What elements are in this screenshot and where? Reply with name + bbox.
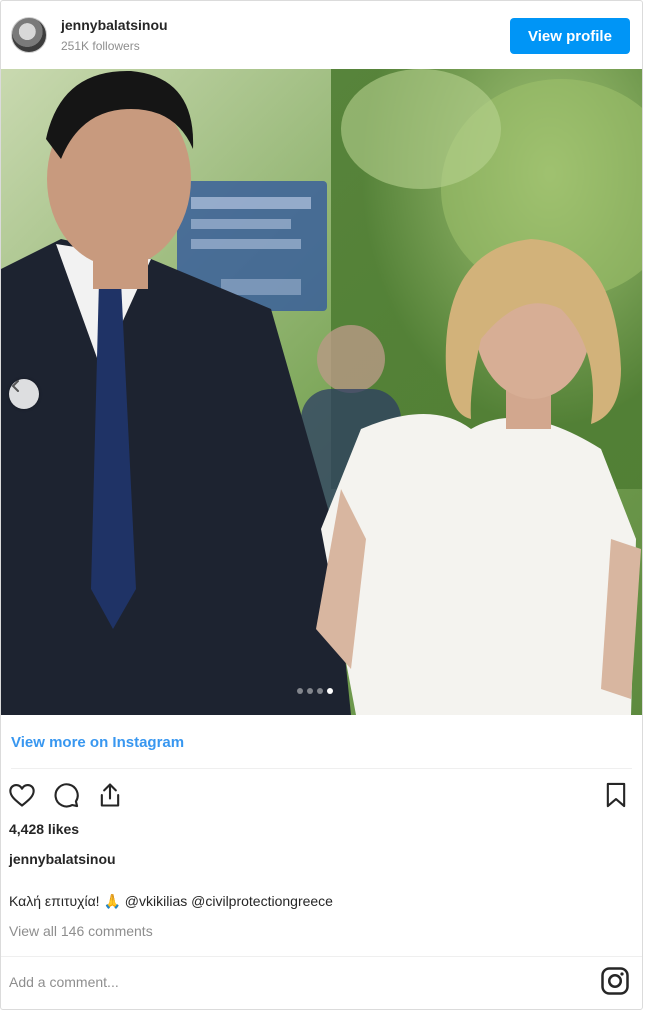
like-button[interactable] [7, 780, 37, 810]
view-profile-button[interactable]: View profile [510, 18, 630, 54]
add-comment-input[interactable]: Add a comment... [9, 974, 119, 990]
carousel-indicator [297, 688, 333, 694]
follower-count: 251K followers [61, 39, 140, 53]
heart-icon [9, 784, 35, 807]
post-image[interactable] [1, 69, 642, 715]
view-more-link[interactable]: View more on Instagram [11, 734, 184, 751]
bookmark-icon [606, 782, 626, 808]
carousel-dot-active [327, 688, 333, 694]
avatar[interactable] [11, 17, 47, 53]
caption-text: Καλή επιτυχία! 🙏 [9, 893, 121, 909]
save-button[interactable] [601, 780, 631, 810]
share-icon [100, 783, 120, 807]
instagram-logo-button[interactable] [600, 966, 630, 996]
username[interactable]: jennybalatsinou [61, 17, 168, 33]
comment-button[interactable] [51, 780, 81, 810]
chevron-left-icon [11, 380, 19, 392]
carousel-dot [307, 688, 313, 694]
carousel-dot [297, 688, 303, 694]
carousel-dot [317, 688, 323, 694]
instagram-embed-card: jennybalatsinou 251K followers View prof… [0, 0, 643, 1010]
post-header: jennybalatsinou 251K followers View prof… [1, 1, 642, 69]
view-all-comments-link[interactable]: View all 146 comments [9, 923, 153, 939]
post-caption: Καλή επιτυχία! 🙏 @vkikilias @civilprotec… [9, 893, 333, 910]
post-author[interactable]: jennybalatsinou [9, 851, 116, 867]
comment-icon [54, 783, 79, 808]
mention-link[interactable]: @civilprotectiongreece [191, 893, 333, 909]
divider [11, 768, 632, 769]
comment-bar: Add a comment... [1, 956, 642, 1009]
mention-link[interactable]: @vkikilias [125, 893, 187, 909]
share-button[interactable] [95, 780, 125, 810]
like-count[interactable]: 4,428 likes [9, 821, 79, 837]
carousel-prev-button[interactable] [9, 379, 39, 409]
instagram-icon [601, 967, 629, 995]
post-photo [1, 69, 642, 715]
